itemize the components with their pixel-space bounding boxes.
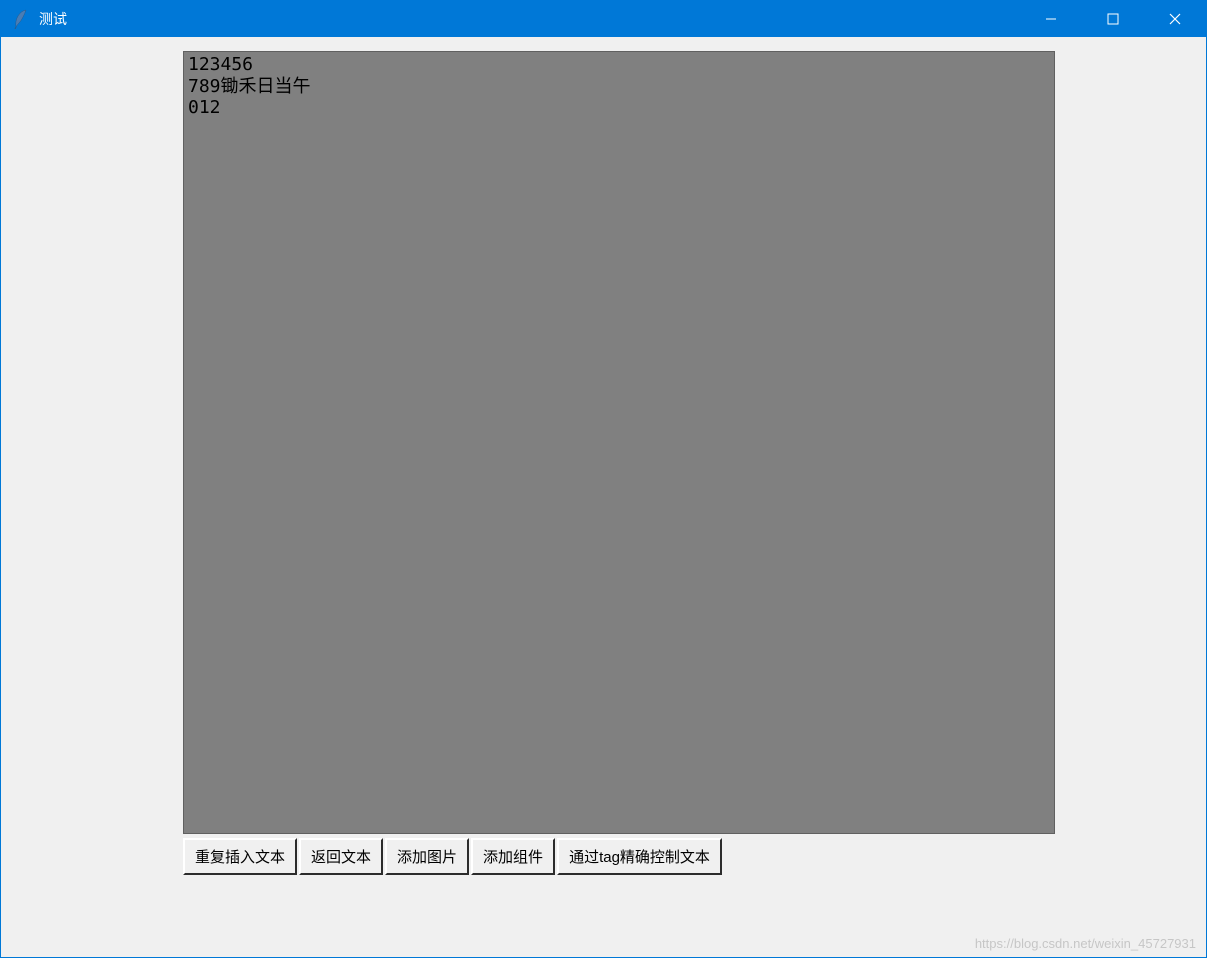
return-text-button[interactable]: 返回文本 bbox=[299, 838, 383, 875]
titlebar[interactable]: 测试 bbox=[1, 1, 1206, 37]
tk-feather-icon bbox=[11, 9, 31, 29]
maximize-icon bbox=[1107, 13, 1119, 25]
add-image-button[interactable]: 添加图片 bbox=[385, 838, 469, 875]
close-button[interactable] bbox=[1144, 1, 1206, 37]
close-icon bbox=[1169, 13, 1181, 25]
window-controls bbox=[1020, 1, 1206, 37]
minimize-icon bbox=[1045, 13, 1057, 25]
reinsert-text-button[interactable]: 重复插入文本 bbox=[183, 838, 297, 875]
app-window: 测试 123456 789锄禾日当午 012 重复插入文 bbox=[0, 0, 1207, 958]
watermark-text: https://blog.csdn.net/weixin_45727931 bbox=[975, 936, 1196, 951]
maximize-button[interactable] bbox=[1082, 1, 1144, 37]
add-widget-button[interactable]: 添加组件 bbox=[471, 838, 555, 875]
tag-control-text-button[interactable]: 通过tag精确控制文本 bbox=[557, 838, 722, 875]
text-widget[interactable]: 123456 789锄禾日当午 012 bbox=[183, 51, 1055, 834]
button-row: 重复插入文本 返回文本 添加图片 添加组件 通过tag精确控制文本 bbox=[183, 838, 1206, 875]
client-area: 123456 789锄禾日当午 012 重复插入文本 返回文本 添加图片 添加组… bbox=[1, 37, 1206, 957]
minimize-button[interactable] bbox=[1020, 1, 1082, 37]
window-title: 测试 bbox=[39, 9, 1020, 29]
